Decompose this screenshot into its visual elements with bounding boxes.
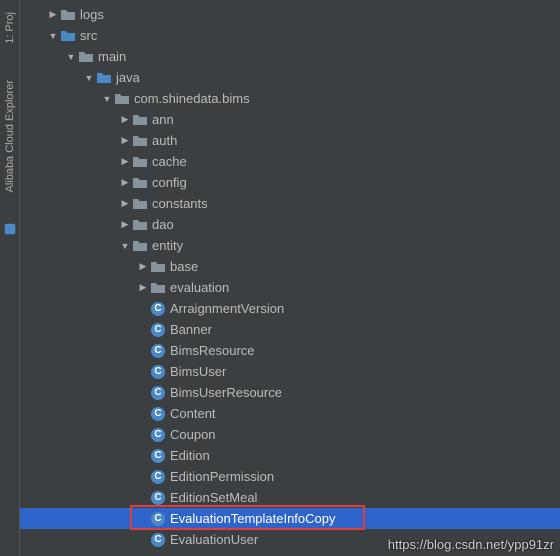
class-icon: C xyxy=(150,301,166,317)
tree-row[interactable]: ▶ logs xyxy=(20,4,560,25)
tree-item-label: BimsUser xyxy=(170,364,234,379)
chevron-right-icon[interactable]: ▶ xyxy=(118,114,132,125)
tree-item-label: BimsResource xyxy=(170,343,263,358)
tree-item-label: java xyxy=(116,70,148,85)
chevron-right-icon[interactable]: ▶ xyxy=(118,177,132,188)
class-icon: C xyxy=(150,469,166,485)
tree-row[interactable]: C Edition xyxy=(20,445,560,466)
alibaba-cloud-explorer-tab[interactable]: Alibaba Cloud Explorer xyxy=(4,74,16,199)
tree-item-label: Coupon xyxy=(170,427,224,442)
chevron-right-icon[interactable]: ▶ xyxy=(118,198,132,209)
tree-row[interactable]: C EditionPermission xyxy=(20,466,560,487)
folder-icon xyxy=(132,112,148,128)
folder-icon xyxy=(60,28,76,44)
chevron-down-icon[interactable]: ▼ xyxy=(46,31,60,41)
class-icon: C xyxy=(150,343,166,359)
chevron-down-icon[interactable]: ▼ xyxy=(118,241,132,251)
class-icon: C xyxy=(150,490,166,506)
folder-icon xyxy=(132,133,148,149)
folder-icon xyxy=(150,259,166,275)
class-icon: C xyxy=(150,532,166,548)
folder-icon xyxy=(132,154,148,170)
tree-item-label: ArraignmentVersion xyxy=(170,301,292,316)
tree-row[interactable]: ▶ evaluation xyxy=(20,277,560,298)
tree-row[interactable]: ▼ com.shinedata.bims xyxy=(20,88,560,109)
project-tree[interactable]: ▶logs▼src▼main▼java▼com.shinedata.bims▶a… xyxy=(20,0,560,556)
tree-item-label: base xyxy=(170,259,206,274)
watermark-text: https://blog.csdn.net/ypp91zr xyxy=(388,537,554,552)
tree-item-label: Content xyxy=(170,406,224,421)
tree-item-label: EvaluationUser xyxy=(170,532,266,547)
tree-row[interactable]: C Banner xyxy=(20,319,560,340)
class-icon: C xyxy=(150,406,166,422)
chevron-down-icon[interactable]: ▼ xyxy=(82,73,96,83)
tree-item-label: com.shinedata.bims xyxy=(134,91,258,106)
chevron-right-icon[interactable]: ▶ xyxy=(136,261,150,272)
tool-window-gutter: 1: Proj Alibaba Cloud Explorer xyxy=(0,0,20,556)
tree-item-label: EditionSetMeal xyxy=(170,490,265,505)
tree-row[interactable]: ▶ cache xyxy=(20,151,560,172)
folder-icon xyxy=(132,238,148,254)
tree-row[interactable]: C BimsResource xyxy=(20,340,560,361)
class-icon: C xyxy=(150,448,166,464)
folder-icon xyxy=(150,280,166,296)
chevron-right-icon[interactable]: ▶ xyxy=(118,135,132,146)
chevron-right-icon[interactable]: ▶ xyxy=(118,156,132,167)
tree-item-label: entity xyxy=(152,238,191,253)
cloud-service-icon[interactable] xyxy=(3,222,17,236)
tree-row[interactable]: ▶ dao xyxy=(20,214,560,235)
tree-row[interactable]: C EvaluationTemplateInfoCopy xyxy=(20,508,560,529)
tree-item-label: auth xyxy=(152,133,185,148)
class-icon: C xyxy=(150,385,166,401)
tree-item-label: main xyxy=(98,49,134,64)
class-icon: C xyxy=(150,511,166,527)
folder-icon xyxy=(114,91,130,107)
tree-item-label: EditionPermission xyxy=(170,469,282,484)
chevron-right-icon[interactable]: ▶ xyxy=(46,9,60,20)
tree-row[interactable]: ▼ main xyxy=(20,46,560,67)
tree-row[interactable]: ▶ ann xyxy=(20,109,560,130)
chevron-right-icon[interactable]: ▶ xyxy=(136,282,150,293)
tree-row[interactable]: C ArraignmentVersion xyxy=(20,298,560,319)
tree-item-label: logs xyxy=(80,7,112,22)
class-icon: C xyxy=(150,427,166,443)
tree-row[interactable]: C BimsUserResource xyxy=(20,382,560,403)
tree-item-label: EvaluationTemplateInfoCopy xyxy=(170,511,344,526)
tree-item-label: cache xyxy=(152,154,195,169)
tree-item-label: ann xyxy=(152,112,182,127)
tree-item-label: dao xyxy=(152,217,182,232)
tree-item-label: config xyxy=(152,175,195,190)
class-icon: C xyxy=(150,322,166,338)
folder-icon xyxy=(132,196,148,212)
chevron-down-icon[interactable]: ▼ xyxy=(100,94,114,104)
tree-item-label: BimsUserResource xyxy=(170,385,290,400)
tree-item-label: evaluation xyxy=(170,280,237,295)
tree-row[interactable]: C BimsUser xyxy=(20,361,560,382)
tree-item-label: Edition xyxy=(170,448,218,463)
folder-icon xyxy=(132,175,148,191)
tree-item-label: Banner xyxy=(170,322,220,337)
tree-row[interactable]: ▶ auth xyxy=(20,130,560,151)
tree-item-label: src xyxy=(80,28,105,43)
folder-icon xyxy=(132,217,148,233)
tree-row[interactable]: ▶ base xyxy=(20,256,560,277)
tree-row[interactable]: ▶ constants xyxy=(20,193,560,214)
tree-row[interactable]: ▼ src xyxy=(20,25,560,46)
tree-item-label: constants xyxy=(152,196,216,211)
project-tool-tab[interactable]: 1: Proj xyxy=(4,6,16,50)
chevron-down-icon[interactable]: ▼ xyxy=(64,52,78,62)
class-icon: C xyxy=(150,364,166,380)
folder-icon xyxy=(60,7,76,23)
tree-row[interactable]: ▶ config xyxy=(20,172,560,193)
tree-row[interactable]: ▼ java xyxy=(20,67,560,88)
chevron-right-icon[interactable]: ▶ xyxy=(118,219,132,230)
tree-row[interactable]: ▼ entity xyxy=(20,235,560,256)
tree-row[interactable]: C Content xyxy=(20,403,560,424)
folder-icon xyxy=(78,49,94,65)
tree-row[interactable]: C EditionSetMeal xyxy=(20,487,560,508)
folder-icon xyxy=(96,70,112,86)
tree-row[interactable]: C Coupon xyxy=(20,424,560,445)
